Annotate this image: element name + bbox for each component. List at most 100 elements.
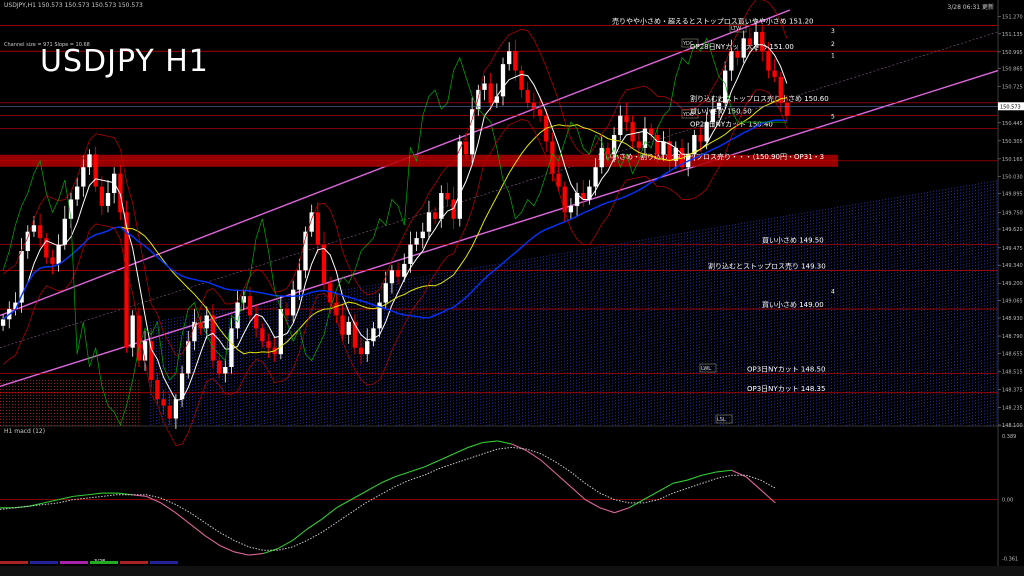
cloud-dot xyxy=(465,299,466,301)
cloud-dot xyxy=(423,417,424,419)
cloud-dot xyxy=(453,400,454,402)
cloud-dot xyxy=(462,320,463,322)
cloud-dot xyxy=(432,367,433,369)
cloud-dot xyxy=(291,343,292,345)
cloud-dot xyxy=(387,333,388,335)
cloud-dot xyxy=(264,362,265,364)
cloud-dot xyxy=(351,330,352,332)
cloud-dot xyxy=(237,394,238,396)
cloud-dot xyxy=(318,422,319,424)
cloud-dot xyxy=(249,380,250,382)
cloud-dot xyxy=(483,419,484,421)
cloud-dot xyxy=(300,296,301,298)
cloud-dot xyxy=(228,389,229,391)
cloud-dot xyxy=(333,417,334,419)
cloud-dot xyxy=(324,304,325,306)
cloud-dot xyxy=(342,400,343,402)
cloud-dot xyxy=(369,417,370,419)
cloud-dot xyxy=(222,387,223,389)
cloud-dot xyxy=(243,411,244,413)
cloud-dot xyxy=(366,285,367,287)
cloud-dot xyxy=(390,323,391,325)
cloud-dot xyxy=(453,358,454,360)
cloud-dot xyxy=(480,359,481,361)
cloud-dot xyxy=(402,420,403,422)
cloud-dot xyxy=(444,332,445,334)
cloud-dot xyxy=(297,396,298,398)
cloud-dot xyxy=(219,412,220,414)
cloud-dot xyxy=(255,337,256,339)
cloud-dot xyxy=(180,352,181,354)
cloud-dot xyxy=(405,396,406,398)
cloud-dot xyxy=(330,411,331,413)
cloud-dot xyxy=(345,415,346,417)
cloud-dot xyxy=(381,394,382,396)
cloud-dot xyxy=(441,387,442,389)
cloud-dot xyxy=(285,335,286,337)
cloud-dot xyxy=(408,284,409,286)
cloud-dot xyxy=(270,325,271,327)
cloud-dot xyxy=(330,396,331,398)
cloud-dot xyxy=(354,395,355,397)
cloud-dot xyxy=(243,324,244,326)
cloud-dot xyxy=(258,312,259,314)
cloud-dot xyxy=(297,336,298,338)
cloud-dot xyxy=(180,316,181,318)
cloud-dot xyxy=(348,390,349,392)
cloud-dot xyxy=(267,305,268,307)
cloud-dot xyxy=(456,285,457,287)
cloud-dot xyxy=(402,366,403,368)
cloud-dot xyxy=(285,320,286,322)
cloud-dot xyxy=(381,295,382,297)
cloud-dot xyxy=(474,327,475,329)
cloud-dot xyxy=(378,394,379,396)
cloud-dot xyxy=(468,298,469,300)
cloud-dot xyxy=(483,350,484,352)
cloud-dot xyxy=(453,340,454,342)
cloud-dot xyxy=(201,361,202,363)
cloud-dot xyxy=(483,377,484,379)
cloud-dot xyxy=(243,402,244,404)
cloud-dot xyxy=(249,407,250,409)
cloud-dot xyxy=(420,303,421,305)
cloud-dot xyxy=(315,357,316,359)
cloud-dot xyxy=(426,323,427,325)
cloud-dot xyxy=(192,410,193,412)
cloud-dot xyxy=(222,414,223,416)
cloud-dot xyxy=(168,366,169,368)
cloud-dot xyxy=(342,358,343,360)
cloud-dot xyxy=(393,365,394,367)
main-chart[interactable]: 151.270151.135150.995150.865150.725150.5… xyxy=(0,0,1024,566)
cloud-dot xyxy=(474,300,475,302)
cloud-dot xyxy=(201,379,202,381)
cloud-dot xyxy=(273,394,274,396)
cloud-dot xyxy=(459,336,460,338)
cloud-dot xyxy=(234,421,235,423)
cloud-dot xyxy=(288,394,289,396)
cloud-dot xyxy=(420,351,421,353)
cloud-dot xyxy=(483,311,484,313)
cloud-dot xyxy=(321,386,322,388)
cloud-dot xyxy=(468,370,469,372)
cloud-dot xyxy=(303,320,304,322)
cloud-dot xyxy=(384,348,385,350)
cloud-dot xyxy=(399,322,400,324)
cloud-dot xyxy=(300,338,301,340)
cloud-dot xyxy=(267,317,268,319)
cloud-dot xyxy=(393,332,394,334)
cloud-dot xyxy=(441,276,442,278)
cloud-dot xyxy=(441,381,442,383)
cloud-dot xyxy=(459,285,460,287)
cloud-dot xyxy=(240,393,241,395)
cloud-dot xyxy=(255,355,256,357)
cloud-dot xyxy=(159,416,160,418)
cloud-dot xyxy=(474,384,475,386)
cloud-dot xyxy=(369,318,370,320)
cloud-dot xyxy=(270,355,271,357)
cloud-dot xyxy=(258,375,259,377)
cloud-dot xyxy=(324,316,325,318)
cloud-dot xyxy=(423,363,424,365)
cloud-dot xyxy=(393,389,394,391)
cloud-dot xyxy=(150,321,151,323)
cloud-dot xyxy=(306,349,307,351)
